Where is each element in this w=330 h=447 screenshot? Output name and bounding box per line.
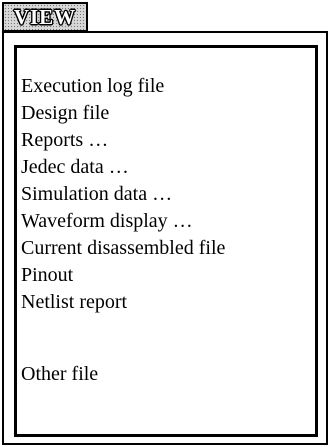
menu-item-jedec-data[interactable]: Jedec data … [21, 155, 129, 179]
menu-item-current-disassembled-file[interactable]: Current disassembled file [21, 236, 225, 260]
menu-item-reports[interactable]: Reports … [21, 128, 108, 152]
menu-item-simulation-data[interactable]: Simulation data … [21, 182, 172, 206]
menu-item-other-file[interactable]: Other file [21, 362, 98, 386]
view-menu-title-label: VIEW [13, 4, 77, 29]
menu-item-netlist-report[interactable]: Netlist report [21, 290, 127, 314]
menu-item-waveform-display[interactable]: Waveform display … [21, 209, 193, 233]
menu-item-design-file[interactable]: Design file [21, 101, 109, 125]
view-menu-title[interactable]: VIEW [2, 2, 88, 32]
menu-item-pinout[interactable]: Pinout [21, 263, 73, 287]
menu-item-execution-log-file[interactable]: Execution log file [21, 74, 164, 98]
